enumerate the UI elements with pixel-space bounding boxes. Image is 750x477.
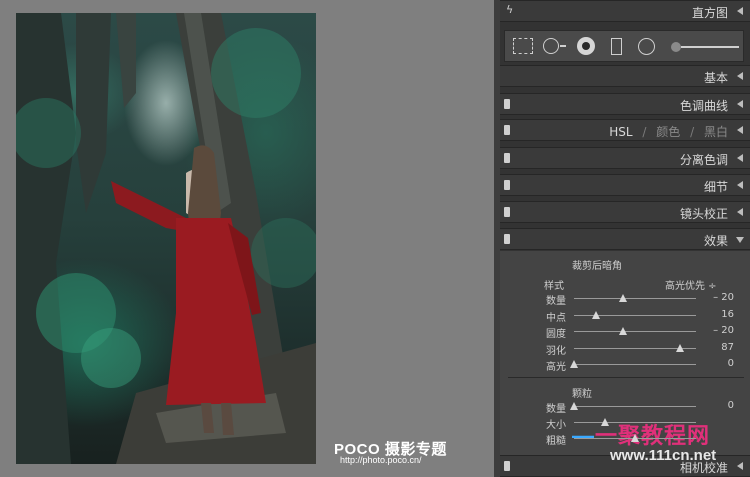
detail-title: 细节 xyxy=(703,180,728,194)
grain-slider-row: 粗糙 xyxy=(500,431,750,447)
vignette-slider-label: 圆度 xyxy=(546,329,566,340)
vignette-slider-value[interactable]: 0 xyxy=(728,358,734,369)
vignette-slider-thumb[interactable] xyxy=(619,327,627,335)
vignette-slider-thumb[interactable] xyxy=(592,310,600,319)
bolt-icon[interactable]: ϟ xyxy=(506,3,513,16)
vignette-slider-thumb[interactable] xyxy=(619,294,627,302)
tab-bw[interactable]: 黑白 xyxy=(704,125,728,139)
tab-separator: / xyxy=(690,125,695,139)
panel-switch-icon[interactable] xyxy=(504,234,510,244)
section-divider xyxy=(508,377,744,378)
histogram-title: 直方图 xyxy=(691,6,728,20)
grain-title: 颗粒 xyxy=(572,389,592,400)
grain-slider-label: 粗糙 xyxy=(546,436,566,447)
grain-slider-track[interactable] xyxy=(574,422,696,423)
vignette-slider-value[interactable]: – 20 xyxy=(713,325,734,336)
collapse-triangle-icon[interactable] xyxy=(737,181,743,189)
adjustment-brush-slider[interactable] xyxy=(681,46,739,48)
vignette-slider-track[interactable] xyxy=(574,364,696,365)
grain-slider-thumb[interactable] xyxy=(601,418,609,426)
tab-separator: / xyxy=(642,125,647,139)
graduated-filter-icon[interactable] xyxy=(611,38,622,55)
panel-switch-icon[interactable] xyxy=(504,125,510,135)
lens-correction-title: 镜头校正 xyxy=(679,207,728,221)
vignette-slider-value[interactable]: 16 xyxy=(721,309,734,320)
photo-preview-area: POCO 摄影专题 http://photo.poco.cn/ xyxy=(0,0,494,477)
vignette-slider-row: 高光 0 xyxy=(500,357,750,373)
panel-switch-icon[interactable] xyxy=(504,99,510,109)
vignette-style-select[interactable]: 高光优先 ÷ xyxy=(665,277,717,292)
effects-header[interactable]: 效果 xyxy=(500,228,750,250)
collapse-triangle-icon[interactable] xyxy=(737,100,743,108)
grain-slider-thumb[interactable] xyxy=(570,402,578,410)
vignette-slider-label: 数量 xyxy=(546,296,566,307)
histogram-header[interactable]: ϟ 直方图 xyxy=(500,0,750,22)
basic-title: 基本 xyxy=(703,71,728,85)
collapse-triangle-icon[interactable] xyxy=(737,154,743,162)
spot-removal-arrow xyxy=(560,45,566,47)
vignette-slider-thumb[interactable] xyxy=(676,343,684,352)
expand-triangle-icon[interactable] xyxy=(736,237,744,243)
grain-slider-row: 大小 xyxy=(500,415,750,431)
grain-slider-thumb[interactable] xyxy=(631,434,639,442)
vignette-style-label: 样式 xyxy=(544,281,564,292)
grain-slider-label: 大小 xyxy=(546,420,566,431)
vignette-slider-track[interactable] xyxy=(574,298,696,299)
panel-switch-icon[interactable] xyxy=(504,180,510,190)
grain-slider-label: 数量 xyxy=(546,404,566,415)
panel-switch-icon[interactable] xyxy=(504,207,510,217)
site-watermark-url: www.111cn.net xyxy=(610,447,717,464)
collapse-triangle-icon[interactable] xyxy=(737,126,743,134)
vignette-slider-value[interactable]: 87 xyxy=(721,342,734,353)
vignette-slider-row: 羽化 87 xyxy=(500,341,750,357)
grain-slider-value[interactable]: 0 xyxy=(728,400,734,411)
collapse-triangle-icon[interactable] xyxy=(737,72,743,80)
radial-filter-icon[interactable] xyxy=(638,38,655,55)
vignette-slider-thumb[interactable] xyxy=(570,360,578,368)
photo-image xyxy=(16,13,316,464)
poco-watermark-url: http://photo.poco.cn/ xyxy=(340,455,422,465)
detail-header[interactable]: 细节 xyxy=(500,174,750,196)
red-eye-icon[interactable] xyxy=(577,37,595,55)
vignette-slider-track[interactable] xyxy=(574,331,696,332)
split-toning-title: 分离色调 xyxy=(679,153,728,167)
adjustment-brush-icon[interactable] xyxy=(671,42,681,52)
vignette-slider-value[interactable]: – 20 xyxy=(713,292,734,303)
collapse-triangle-icon[interactable] xyxy=(737,7,743,15)
vignette-slider-row: 圆度 – 20 xyxy=(500,324,750,340)
panel-switch-icon[interactable] xyxy=(504,153,510,163)
tool-strip xyxy=(504,30,744,62)
spot-removal-icon[interactable] xyxy=(543,38,559,54)
grain-slider-track[interactable] xyxy=(574,406,696,407)
lens-correction-header[interactable]: 镜头校正 xyxy=(500,201,750,223)
crop-overlay-icon[interactable] xyxy=(513,38,533,54)
vignette-slider-row: 中点 16 xyxy=(500,308,750,324)
vignette-slider-row: 数量 – 20 xyxy=(500,291,750,307)
hsl-tab-group: HSL / 颜色 / 黑白 xyxy=(609,123,728,140)
basic-header[interactable]: 基本 xyxy=(500,65,750,87)
tab-color[interactable]: 颜色 xyxy=(656,125,680,139)
panel-switch-icon[interactable] xyxy=(504,461,510,471)
vignette-slider-label: 羽化 xyxy=(546,345,566,357)
vignette-title: 裁剪后暗角 xyxy=(572,261,622,272)
hsl-header[interactable]: HSL / 颜色 / 黑白 xyxy=(500,119,750,141)
vignette-style-row: 样式 高光优先 ÷ xyxy=(500,276,750,292)
tone-curve-title: 色调曲线 xyxy=(679,99,728,113)
vignette-slider-label: 高光 xyxy=(546,362,566,373)
grain-slider-row: 数量 0 xyxy=(500,399,750,415)
tone-curve-header[interactable]: 色调曲线 xyxy=(500,93,750,115)
collapse-triangle-icon[interactable] xyxy=(737,462,743,470)
collapse-triangle-icon[interactable] xyxy=(737,208,743,216)
effects-title: 效果 xyxy=(703,234,728,248)
split-toning-header[interactable]: 分离色调 xyxy=(500,147,750,169)
vignette-slider-label: 中点 xyxy=(546,312,566,324)
tab-hsl[interactable]: HSL xyxy=(609,125,632,139)
photo-scene xyxy=(16,13,316,464)
